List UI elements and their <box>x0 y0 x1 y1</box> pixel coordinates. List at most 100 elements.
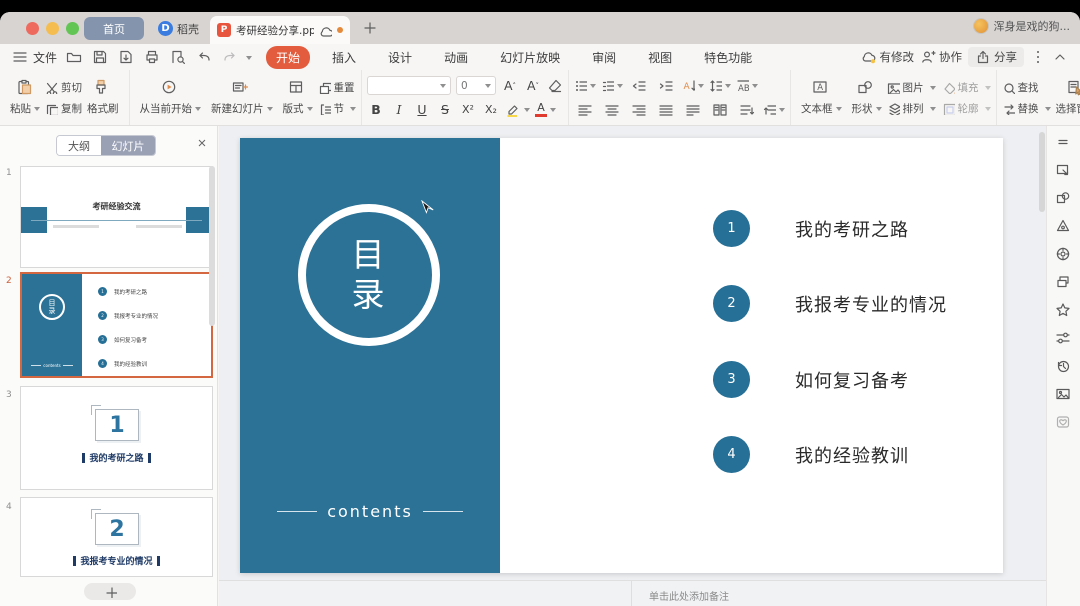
toc-item-2[interactable]: 2 我报考专业的情况 <box>713 285 947 322</box>
outline-button[interactable]: 轮廓 <box>942 101 991 116</box>
picture-button[interactable]: 图片 <box>887 80 936 95</box>
play-from-current-button[interactable]: 从当前开始 <box>135 76 207 119</box>
tab-slideshow[interactable]: 幻灯片放映 <box>490 46 570 69</box>
rtl-list-button[interactable] <box>763 100 785 119</box>
justify-button[interactable] <box>655 100 677 119</box>
beautify-icon[interactable] <box>1055 218 1073 236</box>
open-file-icon[interactable] <box>66 49 82 65</box>
sidebar-grip-icon[interactable] <box>1055 134 1073 152</box>
file-menu[interactable]: 文件 <box>33 49 57 66</box>
favorites-icon[interactable] <box>1055 414 1073 432</box>
close-window-button[interactable] <box>26 22 39 35</box>
slide-thumbnail-4[interactable]: 2 我报考专业的情况 <box>20 497 213 577</box>
design-tools-icon[interactable] <box>1055 246 1073 264</box>
editor-scrollbar[interactable] <box>1039 132 1045 212</box>
home-tab[interactable]: 首页 <box>84 17 144 40</box>
contents-caption[interactable]: contents <box>240 502 500 521</box>
copy-button[interactable]: 复制 <box>45 101 82 116</box>
highlight-color-button[interactable] <box>505 100 530 119</box>
save-icon[interactable] <box>92 49 108 65</box>
more-options-icon[interactable] <box>1030 49 1046 65</box>
tab-review[interactable]: 审阅 <box>582 46 626 69</box>
align-left-button[interactable] <box>574 100 596 119</box>
paste-button[interactable]: 粘贴 <box>5 76 45 119</box>
bold-button[interactable]: B <box>367 100 385 119</box>
notes-placeholder[interactable]: 单击此处添加备注 <box>649 588 729 603</box>
toc-teal-panel[interactable]: 目 录 contents <box>240 138 500 573</box>
section-button[interactable]: 节 <box>318 101 357 116</box>
grow-font-button[interactable]: A˄ <box>501 76 519 95</box>
text-direction-button[interactable] <box>682 76 704 95</box>
toc-title-circle[interactable]: 目 录 <box>298 204 440 346</box>
collaborate-button[interactable]: 协作 <box>920 49 962 65</box>
slide-thumbnail-1[interactable]: 考研经验交流 <box>20 166 213 268</box>
new-slide-button[interactable]: 新建幻灯片 <box>206 76 278 119</box>
redo-icon[interactable] <box>222 49 238 65</box>
toc-item-4[interactable]: 4 我的经验教训 <box>713 436 909 473</box>
bullets-button[interactable] <box>574 76 596 95</box>
slide-thumbnail-3[interactable]: 1 我的考研之路 <box>20 386 213 490</box>
shapes-tool-icon[interactable] <box>1055 190 1073 208</box>
decrease-indent-button[interactable] <box>628 76 650 95</box>
present-window-icon[interactable] <box>1055 162 1073 180</box>
font-size-select[interactable]: 0 <box>456 76 496 95</box>
shrink-font-button[interactable]: A˅ <box>524 76 542 95</box>
selection-pane-button[interactable]: 选择窗格 <box>1051 76 1080 119</box>
zoom-window-button[interactable] <box>66 22 79 35</box>
adjust-sliders-icon[interactable] <box>1055 330 1073 348</box>
replace-button[interactable]: 替换 <box>1002 101 1051 116</box>
columns-button[interactable] <box>709 100 731 119</box>
toc-item-1[interactable]: 1 我的考研之路 <box>713 210 909 247</box>
export-icon[interactable] <box>118 49 134 65</box>
tab-special-features[interactable]: 特色功能 <box>694 46 762 69</box>
underline-button[interactable]: U <box>413 100 431 119</box>
add-slide-button[interactable] <box>84 583 136 600</box>
panel-scrollbar[interactable] <box>209 166 215 326</box>
quickbar-dropdown-icon[interactable] <box>246 56 252 63</box>
document-tab[interactable]: P 考研经验分享.pptx <box>210 16 350 44</box>
layout-button[interactable]: 版式 <box>278 76 318 119</box>
align-right-button[interactable] <box>628 100 650 119</box>
font-family-select[interactable] <box>367 76 451 95</box>
line-spacing-button[interactable] <box>709 76 731 95</box>
strikethrough-button[interactable]: S <box>436 100 454 119</box>
share-button[interactable]: 分享 <box>968 47 1024 67</box>
find-button[interactable]: 查找 <box>1002 80 1051 95</box>
effects-star-icon[interactable] <box>1055 302 1073 320</box>
italic-button[interactable]: I <box>390 100 408 119</box>
slides-view-tab[interactable]: 幻灯片 <box>101 136 155 155</box>
format-painter-button[interactable]: 格式刷 <box>82 76 124 119</box>
modified-status[interactable]: 有修改 <box>861 49 915 65</box>
notes-bar[interactable]: 单击此处添加备注 <box>219 580 1046 606</box>
hamburger-menu-icon[interactable] <box>12 49 28 65</box>
toc-item-3[interactable]: 3 如何复习备考 <box>713 361 909 398</box>
close-panel-icon[interactable] <box>196 137 208 149</box>
image-gallery-icon[interactable] <box>1055 386 1073 404</box>
align-center-button[interactable] <box>601 100 623 119</box>
arrange-button[interactable]: 排列 <box>887 101 936 116</box>
reset-button[interactable]: 重置 <box>318 80 357 95</box>
user-account[interactable]: 浑身是戏的狗... <box>973 18 1071 34</box>
print-icon[interactable] <box>144 49 160 65</box>
numbering-button[interactable] <box>601 76 623 95</box>
docer-tab[interactable]: D 稻壳 <box>158 17 199 40</box>
print-preview-icon[interactable] <box>170 49 186 65</box>
fill-button[interactable]: 填充 <box>942 80 991 95</box>
cut-button[interactable]: 剪切 <box>45 80 82 95</box>
distribute-button[interactable] <box>682 100 704 119</box>
history-icon[interactable] <box>1055 358 1073 376</box>
tab-design[interactable]: 设计 <box>378 46 422 69</box>
clear-format-icon[interactable] <box>547 78 563 94</box>
tab-view[interactable]: 视图 <box>638 46 682 69</box>
collapse-ribbon-icon[interactable] <box>1052 49 1068 65</box>
tab-home[interactable]: 开始 <box>266 46 310 69</box>
outline-view-tab[interactable]: 大纲 <box>57 136 101 155</box>
slides-stack-icon[interactable] <box>1055 274 1073 292</box>
shapes-button[interactable]: 形状 <box>847 76 887 119</box>
increase-indent-button[interactable] <box>655 76 677 95</box>
ltr-list-button[interactable] <box>736 100 758 119</box>
slide-canvas[interactable]: 目 录 contents 1 我的考研之路 2 我报考专业的情况 <box>240 138 1003 573</box>
superscript-button[interactable]: X² <box>459 100 477 119</box>
change-case-button[interactable] <box>736 76 758 95</box>
tab-animation[interactable]: 动画 <box>434 46 478 69</box>
